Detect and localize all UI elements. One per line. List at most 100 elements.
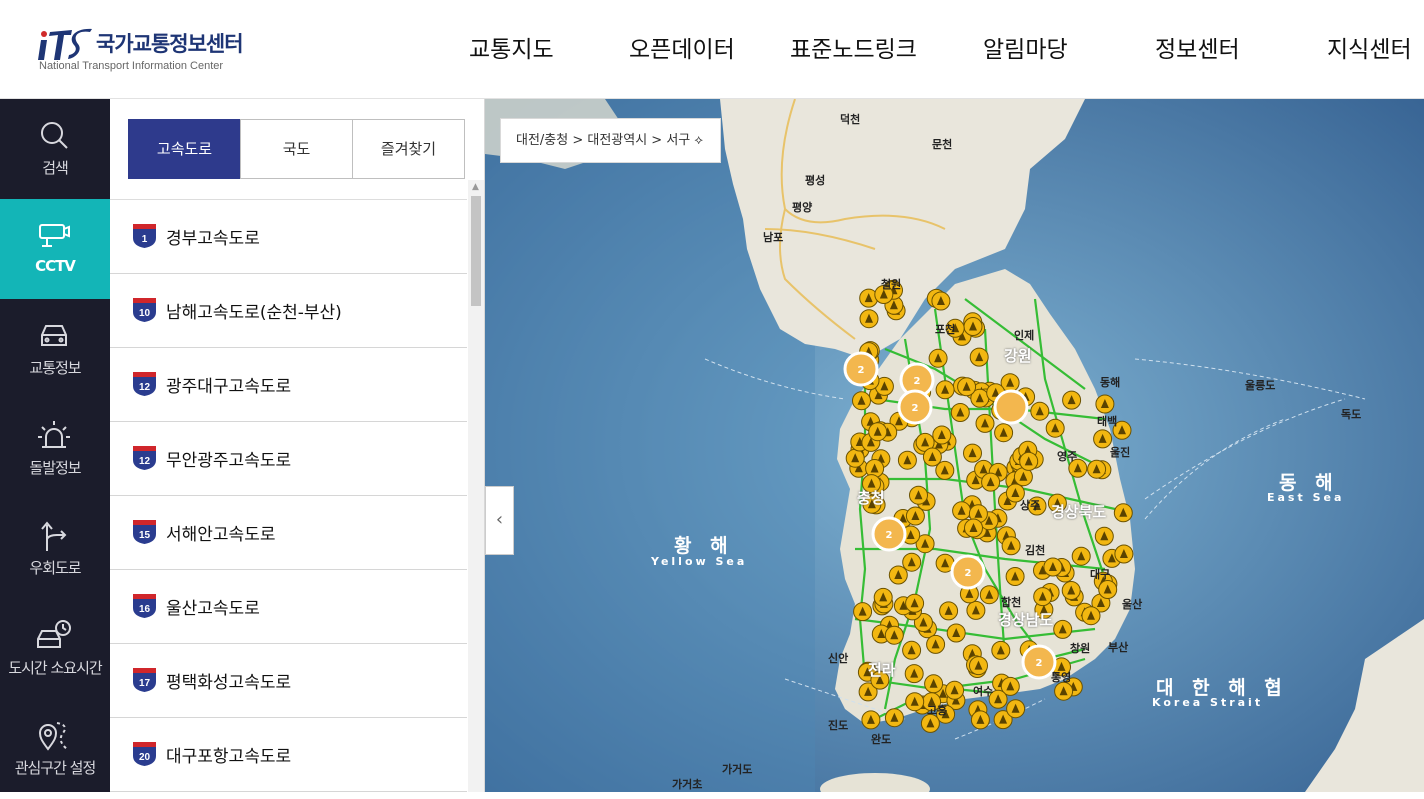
rail-item-incident[interactable]: 돌발정보 [0, 399, 110, 499]
cctv-marker[interactable] [861, 710, 881, 730]
cctv-marker[interactable] [905, 692, 925, 712]
scroll-up-arrow-icon[interactable]: ▲ [472, 182, 479, 192]
nav-open-data[interactable]: 오픈데이터 [629, 30, 735, 64]
rail-item-search[interactable]: 검색 [0, 99, 110, 199]
nav-notice[interactable]: 알림마당 [983, 30, 1068, 64]
cctv-marker[interactable] [884, 708, 904, 728]
cctv-marker[interactable] [945, 680, 965, 700]
list-item[interactable]: 15 서해안고속도로 [110, 496, 467, 570]
cctv-marker[interactable] [905, 506, 925, 526]
rail-item-interest-section[interactable]: 관심구간 설정 [0, 699, 110, 799]
scroll-thumb[interactable] [471, 196, 481, 306]
panel-collapse-button[interactable]: ‹ [485, 486, 514, 555]
cctv-marker[interactable] [909, 485, 928, 505]
cctv-marker[interactable] [957, 377, 977, 397]
cctv-marker[interactable] [1098, 580, 1118, 599]
list-item[interactable]: 12 광주대구고속도로 [110, 348, 467, 422]
cctv-marker[interactable] [922, 447, 942, 467]
cctv-marker[interactable] [981, 472, 1001, 492]
traffic-map[interactable]: 2 2 2 2 2 2 황 해 Yellow Sea 동 해 East Sea … [485, 99, 1424, 792]
cctv-marker[interactable] [1001, 536, 1021, 556]
cctv-marker[interactable] [1019, 451, 1039, 471]
cctv-cluster[interactable]: 2 [843, 351, 879, 387]
cctv-marker[interactable] [888, 565, 908, 585]
cctv-marker[interactable] [868, 422, 888, 442]
rail-item-travel-time[interactable]: 도시간 소요시간 [0, 599, 110, 699]
list-item[interactable]: 1 경부고속도로 [110, 200, 467, 274]
map-breadcrumb[interactable]: 대전/충청 > 대전광역시 > 서구 ⟡ [500, 118, 721, 163]
cctv-marker[interactable] [969, 656, 988, 676]
cctv-marker[interactable] [1043, 557, 1063, 577]
cctv-marker[interactable] [1061, 581, 1081, 600]
cctv-marker[interactable] [897, 450, 917, 470]
cctv-marker[interactable] [935, 380, 955, 400]
nav-info-center[interactable]: 정보센터 [1155, 30, 1240, 64]
list-item[interactable]: 20 대구포항고속도로 [110, 718, 467, 792]
cctv-marker[interactable] [1045, 418, 1065, 438]
cctv-marker[interactable] [975, 413, 995, 433]
tab-favorites[interactable]: 즐겨찾기 [352, 119, 465, 179]
cctv-marker[interactable] [926, 634, 946, 654]
cctv-marker[interactable] [991, 640, 1011, 660]
cctv-marker[interactable] [963, 317, 983, 336]
cctv-marker[interactable] [1095, 394, 1115, 414]
cctv-marker[interactable] [853, 602, 873, 622]
cctv-marker[interactable] [859, 309, 879, 329]
cctv-marker[interactable] [939, 601, 959, 621]
cctv-marker[interactable] [963, 443, 982, 463]
cctv-marker[interactable] [1093, 429, 1113, 449]
cctv-marker[interactable] [1113, 503, 1133, 523]
cctv-cluster[interactable] [993, 389, 1029, 425]
nav-standard-node-link[interactable]: 표준노드링크 [790, 30, 917, 64]
cctv-marker[interactable] [952, 501, 972, 521]
rail-item-traffic-info[interactable]: 교통정보 [0, 299, 110, 399]
cctv-marker[interactable] [873, 587, 893, 607]
list-item[interactable]: 16 울산고속도로 [110, 570, 467, 644]
cctv-marker[interactable] [1005, 567, 1025, 586]
cctv-marker[interactable] [979, 585, 999, 605]
cctv-marker[interactable] [902, 552, 922, 572]
cctv-marker[interactable] [1087, 459, 1107, 479]
list-item[interactable]: 10 남해고속도로(순천-부산) [110, 274, 467, 348]
cctv-marker[interactable] [928, 348, 948, 368]
cctv-marker[interactable] [1006, 699, 1026, 719]
cctv-marker[interactable] [845, 448, 865, 468]
cctv-marker[interactable] [904, 664, 924, 684]
cctv-marker[interactable] [994, 423, 1014, 443]
road-name: 남해고속도로(순천-부산) [166, 303, 342, 323]
cctv-cluster[interactable]: 2 [950, 554, 986, 590]
cctv-marker[interactable] [1062, 390, 1082, 410]
cctv-marker[interactable] [1053, 619, 1073, 639]
rail-item-cctv[interactable]: CCTV [0, 199, 110, 299]
cctv-marker[interactable] [931, 291, 951, 311]
cctv-cluster[interactable]: 2 [871, 516, 907, 552]
tab-expressway[interactable]: 고속도로 [128, 119, 241, 179]
nav-knowledge-center[interactable]: 지식센터 [1327, 30, 1412, 64]
cctv-marker[interactable] [924, 674, 944, 694]
rail-item-detour[interactable]: 우회도로 [0, 499, 110, 599]
cctv-marker[interactable] [932, 425, 952, 445]
cctv-marker[interactable] [1033, 587, 1053, 607]
cctv-marker[interactable] [1030, 401, 1050, 421]
list-item[interactable]: 12 무안광주고속도로 [110, 422, 467, 496]
list-item[interactable]: 17 평택화성고속도로 [110, 644, 467, 718]
cctv-marker[interactable] [964, 518, 983, 538]
cctv-cluster[interactable]: 2 [897, 389, 933, 425]
cctv-marker[interactable] [884, 625, 904, 645]
cctv-marker[interactable] [1114, 544, 1134, 564]
svg-text:2: 2 [965, 568, 972, 579]
cctv-marker[interactable] [1094, 526, 1114, 546]
cctv-marker[interactable] [969, 347, 989, 367]
cctv-marker[interactable] [950, 403, 970, 422]
tab-national-road[interactable]: 국도 [240, 119, 353, 179]
list-scrollbar[interactable]: ▲ [468, 180, 484, 792]
cctv-marker[interactable] [852, 391, 871, 411]
cctv-marker[interactable] [1071, 546, 1091, 566]
nav-traffic-map[interactable]: 교통지도 [469, 30, 554, 64]
cctv-marker[interactable] [902, 640, 922, 660]
cctv-marker[interactable] [970, 710, 990, 730]
cctv-marker[interactable] [946, 623, 966, 643]
cctv-marker[interactable] [1081, 606, 1101, 626]
cctv-marker[interactable] [905, 593, 925, 613]
cctv-marker[interactable] [966, 600, 986, 620]
